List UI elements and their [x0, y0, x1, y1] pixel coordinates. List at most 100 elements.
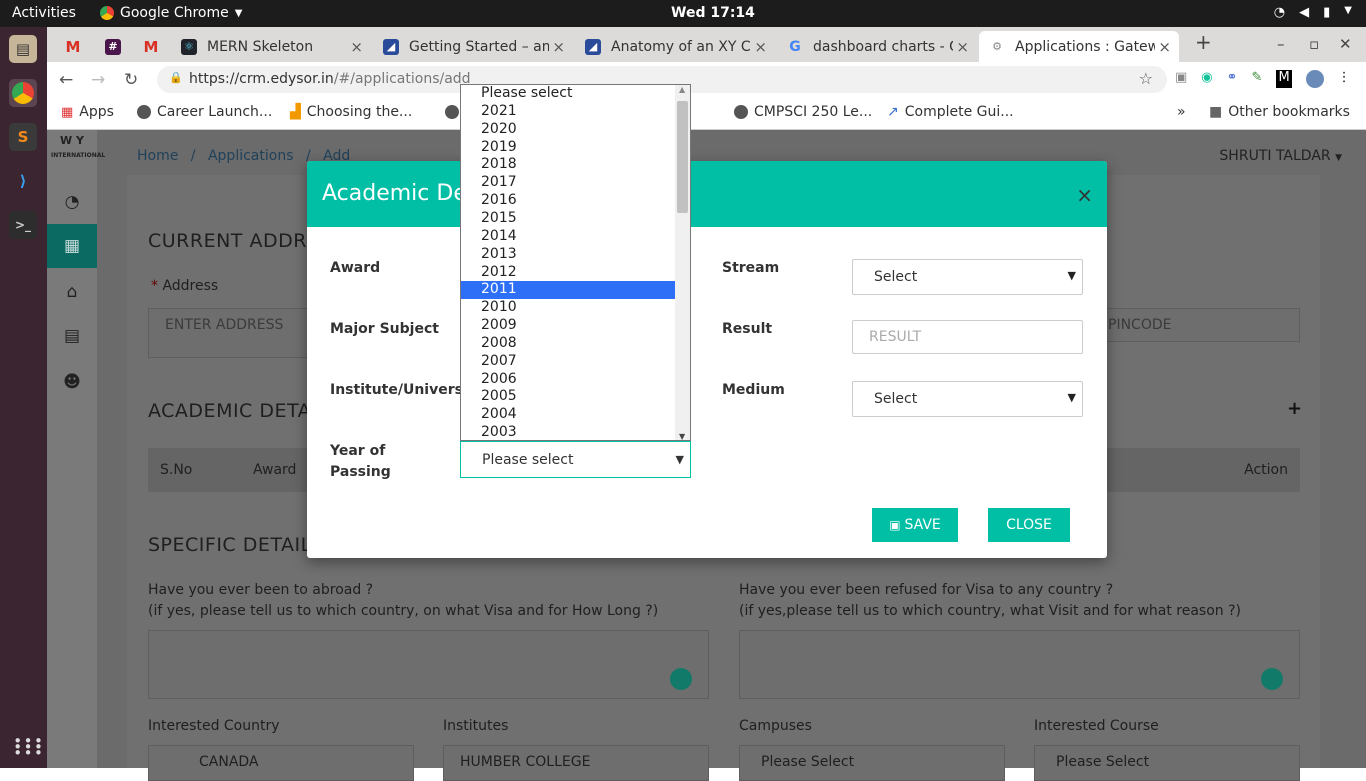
year-option[interactable]: 2021 [461, 103, 675, 121]
address-field[interactable]: ENTER ADDRESS [148, 308, 318, 358]
interested-country-select[interactable]: CANADA [148, 745, 414, 781]
terminal-icon[interactable]: >_ [9, 211, 37, 239]
visa-textarea[interactable] [739, 630, 1300, 699]
vscode-icon[interactable]: ⟩ [9, 167, 37, 195]
bookmark-complete[interactable]: ↗ Complete Gui... [887, 104, 1014, 120]
interested-course-select[interactable]: Please Select [1034, 745, 1300, 781]
year-option[interactable]: Please select [461, 85, 675, 103]
year-option[interactable]: 2018 [461, 156, 675, 174]
breadcrumb-applications[interactable]: Applications [208, 148, 294, 164]
grammarly-icon[interactable]: ◉ [1201, 70, 1212, 88]
year-of-passing-dropdown: ▲ ▼ Please select 2021 2020 2019 2018 2017 201… [460, 84, 691, 441]
year-option[interactable]: 2013 [461, 246, 675, 264]
close-tab-icon[interactable]: × [1158, 38, 1171, 56]
close-tab-icon[interactable]: × [552, 38, 565, 56]
year-option[interactable]: 2003 [461, 424, 675, 440]
stream-select[interactable]: Select ▼ [852, 259, 1083, 295]
tab-slack[interactable]: # [95, 31, 129, 62]
tab-getting-started[interactable]: ◢ Getting Started – am × [373, 31, 573, 62]
year-option[interactable]: 2016 [461, 192, 675, 210]
breadcrumb-home[interactable]: Home [137, 148, 178, 164]
users-icon[interactable]: ☻ [47, 360, 97, 404]
bookmark-choosing[interactable]: ▟ Choosing the... [290, 104, 412, 120]
chrome-dock-icon[interactable] [9, 79, 37, 107]
year-option[interactable]: 2009 [461, 317, 675, 335]
breadcrumb-sep: / [190, 148, 196, 164]
app-menu[interactable]: Google Chrome ▼ [100, 5, 242, 21]
back-icon[interactable]: ← [59, 70, 73, 90]
close-button[interactable]: CLOSE [988, 508, 1070, 542]
year-option[interactable]: 2014 [461, 228, 675, 246]
system-tray[interactable]: ◔ ◀ ▮ ▼ [1274, 5, 1352, 20]
clock[interactable]: Wed 17:14 [671, 5, 755, 21]
document-icon[interactable]: ▤ [47, 314, 97, 358]
year-option[interactable]: 2015 [461, 210, 675, 228]
tab-dashboard-charts[interactable]: Gdashboard charts - G × [777, 31, 977, 62]
show-apps-icon[interactable]: ∙∙∙ ∙∙∙ ∙∙∙ [13, 733, 43, 760]
year-option[interactable]: 2019 [461, 139, 675, 157]
bookmark-career[interactable]: Career Launch... [137, 104, 272, 120]
close-tab-icon[interactable]: × [754, 38, 767, 56]
year-option[interactable]: 2007 [461, 353, 675, 371]
medium-select[interactable]: Select ▼ [852, 381, 1083, 417]
close-icon[interactable]: × [1076, 183, 1093, 207]
save-button[interactable]: ▣ SAVE [872, 508, 958, 542]
year-option[interactable]: 2008 [461, 335, 675, 353]
scroll-up-icon[interactable]: ▲ [679, 85, 685, 94]
year-option[interactable]: 2011 [461, 281, 675, 300]
close-tab-icon[interactable]: × [350, 38, 363, 56]
grammarly-icon[interactable] [670, 668, 692, 690]
minimize-icon[interactable]: – [1277, 35, 1285, 53]
chrome-icon [100, 6, 114, 20]
star-icon[interactable]: ☆ [1139, 69, 1153, 88]
dashboard-icon[interactable]: ◔ [47, 180, 97, 224]
medium-icon[interactable]: M [1276, 70, 1292, 88]
tab-gmail-2[interactable]: M [133, 31, 167, 62]
result-input[interactable]: RESULT [852, 320, 1083, 354]
forward-icon[interactable]: → [91, 70, 105, 90]
user-menu[interactable]: SHRUTI TALDAR ▼ [1219, 148, 1342, 164]
bookmark-other[interactable]: ■ Other bookmarks [1209, 104, 1350, 120]
scroll-down-icon[interactable]: ▼ [679, 432, 685, 440]
applications-icon[interactable]: ▦ [47, 224, 97, 268]
tab-mern-skeleton[interactable]: ⚛ MERN Skeleton × [171, 31, 371, 62]
campuses-select[interactable]: Please Select [739, 745, 1005, 781]
close-window-icon[interactable]: ✕ [1339, 35, 1352, 53]
year-option[interactable]: 2020 [461, 121, 675, 139]
tab-applications[interactable]: ⚙ Applications : Gatew × [979, 31, 1179, 62]
files-icon[interactable]: ▤ [9, 35, 37, 63]
sublime-icon[interactable]: S [9, 123, 37, 151]
reload-icon[interactable]: ↻ [124, 70, 138, 90]
year-of-passing-select[interactable]: Please select ▼ [460, 441, 691, 478]
institution-icon[interactable]: ⌂ [47, 270, 97, 314]
abroad-textarea[interactable] [148, 630, 709, 699]
pincode-field[interactable]: PINCODE [1091, 308, 1300, 342]
activities-button[interactable]: Activities [12, 5, 76, 21]
year-option[interactable]: 2004 [461, 406, 675, 424]
dock: ▤ S ⟩ >_ ∙∙∙ ∙∙∙ ∙∙∙ [0, 27, 47, 768]
eyedropper-icon[interactable]: ✎ [1252, 70, 1263, 88]
menu-icon[interactable]: ⋮ [1338, 70, 1351, 88]
tab-anatomy-xy[interactable]: ◢ Anatomy of an XY Ch × [575, 31, 775, 62]
tab-gmail-1[interactable]: M [55, 31, 89, 62]
year-option[interactable]: 2017 [461, 174, 675, 192]
bookmark-apps[interactable]: ▦ Apps [61, 104, 114, 120]
extension-icon[interactable]: ▣ [1175, 70, 1187, 88]
maximize-icon[interactable]: ▫ [1309, 35, 1319, 53]
battery-icon: ▮ [1323, 5, 1331, 20]
year-option[interactable]: 2010 [461, 299, 675, 317]
link-icon[interactable]: ⚭ [1227, 70, 1238, 88]
bookmark-cmpsci[interactable]: CMPSCI 250 Le... [734, 104, 872, 120]
bookmarks-overflow[interactable]: » [1177, 104, 1186, 120]
profile-avatar-icon[interactable] [1305, 70, 1324, 88]
year-option[interactable]: 2006 [461, 371, 675, 389]
dropdown-scrollbar[interactable]: ▲ ▼ [675, 85, 690, 440]
year-option[interactable]: 2012 [461, 264, 675, 282]
scrollbar-thumb[interactable] [677, 101, 688, 213]
new-tab-icon[interactable]: + [1195, 30, 1212, 54]
grammarly-icon[interactable] [1261, 668, 1283, 690]
add-academic-icon[interactable]: + [1287, 398, 1302, 419]
institutes-select[interactable]: HUMBER COLLEGE [443, 745, 709, 781]
close-tab-icon[interactable]: × [956, 38, 969, 56]
year-option[interactable]: 2005 [461, 388, 675, 406]
